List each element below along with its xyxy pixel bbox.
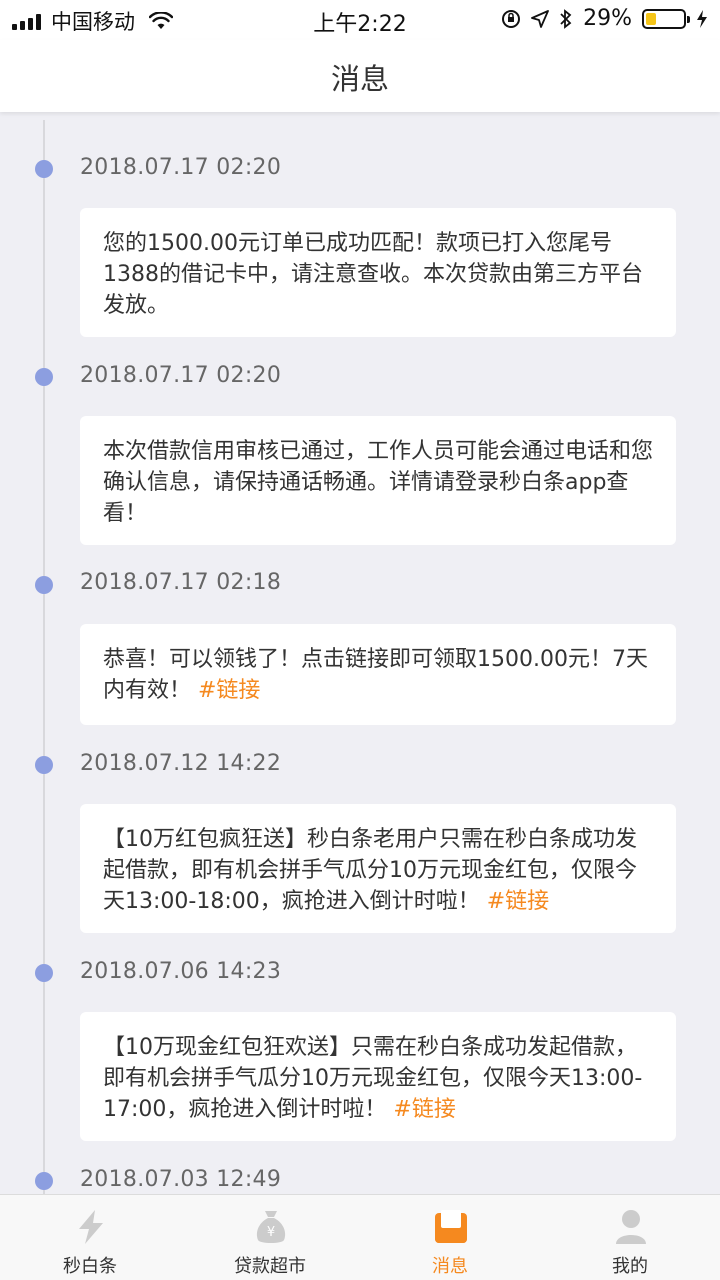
timeline-line [43, 120, 45, 1194]
timeline-dot [35, 160, 53, 178]
timeline-dot [35, 964, 53, 982]
cellular-signal-icon [12, 12, 41, 30]
money-bag-icon: ¥ [256, 1211, 286, 1243]
battery-percentage: 29% [583, 6, 632, 31]
status-left: 中国移动 [12, 6, 173, 36]
nav-bar: 消息 [0, 40, 720, 112]
message-card[interactable]: 恭喜！可以领钱了！点击链接即可领取1500.00元！7天内有效！ #链接 [80, 624, 676, 725]
message-card[interactable]: 【10万现金红包狂欢送】只需在秒白条成功发起借款，即有机会拼手气瓜分10万元现金… [80, 1012, 676, 1141]
message-card[interactable]: 您的1500.00元订单已成功匹配！款项已打入您尾号1388的借记卡中，请注意查… [80, 208, 676, 337]
message-timestamp: 2018.07.06 14:23 [80, 959, 282, 984]
timeline-dot [35, 756, 53, 774]
user-icon [616, 1210, 646, 1244]
message-text: 本次借款信用审核已通过，工作人员可能会通过电话和您确认信息，请保持通话畅通。详情… [103, 439, 654, 526]
message-text: 【10万红包疯狂送】秒白条老用户只需在秒白条成功发起借款，即有机会拼手气瓜分10… [103, 827, 637, 914]
timeline-dot [35, 576, 53, 594]
battery-fill [646, 12, 656, 25]
message-card[interactable]: 本次借款信用审核已通过，工作人员可能会通过电话和您确认信息，请保持通话畅通。详情… [80, 416, 676, 545]
location-arrow-icon [531, 9, 549, 28]
message-text: 您的1500.00元订单已成功匹配！款项已打入您尾号1388的借记卡中，请注意查… [103, 231, 643, 318]
carrier-name: 中国移动 [51, 10, 135, 34]
tab-label: 贷款超市 [234, 1256, 306, 1277]
tab-messages[interactable]: 消息 [360, 1195, 540, 1280]
svg-text:¥: ¥ [267, 1225, 275, 1240]
tab-miaobaitiao[interactable]: 秒白条 [0, 1195, 180, 1280]
message-link[interactable]: #链接 [487, 889, 549, 914]
wifi-icon [149, 12, 173, 29]
timeline-dot [35, 1172, 53, 1190]
battery-icon [642, 8, 690, 29]
message-link[interactable]: #链接 [393, 1097, 455, 1122]
message-timestamp: 2018.07.17 02:20 [80, 155, 282, 180]
page-title: 消息 [330, 62, 389, 96]
bluetooth-icon [560, 8, 572, 29]
orientation-lock-icon [502, 9, 521, 28]
tab-me[interactable]: 我的 [540, 1195, 720, 1280]
message-link[interactable]: #链接 [198, 678, 260, 703]
message-timestamp: 2018.07.17 02:18 [80, 570, 282, 595]
charging-bolt-icon [697, 9, 707, 28]
message-envelope-icon [435, 1210, 467, 1243]
message-timestamp: 2018.07.03 12:49 [80, 1167, 282, 1192]
tab-label: 秒白条 [63, 1256, 117, 1277]
tab-label: 我的 [612, 1256, 648, 1277]
lightning-icon [79, 1210, 103, 1244]
message-card[interactable]: 【10万红包疯狂送】秒白条老用户只需在秒白条成功发起借款，即有机会拼手气瓜分10… [80, 804, 676, 933]
status-bar: 中国移动 上午2:22 29% [0, 0, 720, 40]
message-timestamp: 2018.07.12 14:22 [80, 751, 282, 776]
timeline-dot [35, 368, 53, 386]
status-right: 29% [501, 6, 708, 31]
tab-bar: 秒白条 ¥ 贷款超市 消息 我的 [0, 1194, 720, 1280]
message-text: 【10万现金红包狂欢送】只需在秒白条成功发起借款，即有机会拼手气瓜分10万元现金… [103, 1035, 643, 1122]
tab-loan-market[interactable]: ¥ 贷款超市 [180, 1195, 360, 1280]
message-text: 恭喜！可以领钱了！点击链接即可领取1500.00元！7天内有效！ [103, 647, 648, 703]
message-timestamp: 2018.07.17 02:20 [80, 363, 282, 388]
message-timeline[interactable]: 2018.07.17 02:20 您的1500.00元订单已成功匹配！款项已打入… [0, 112, 720, 1194]
tab-label: 消息 [432, 1256, 468, 1277]
